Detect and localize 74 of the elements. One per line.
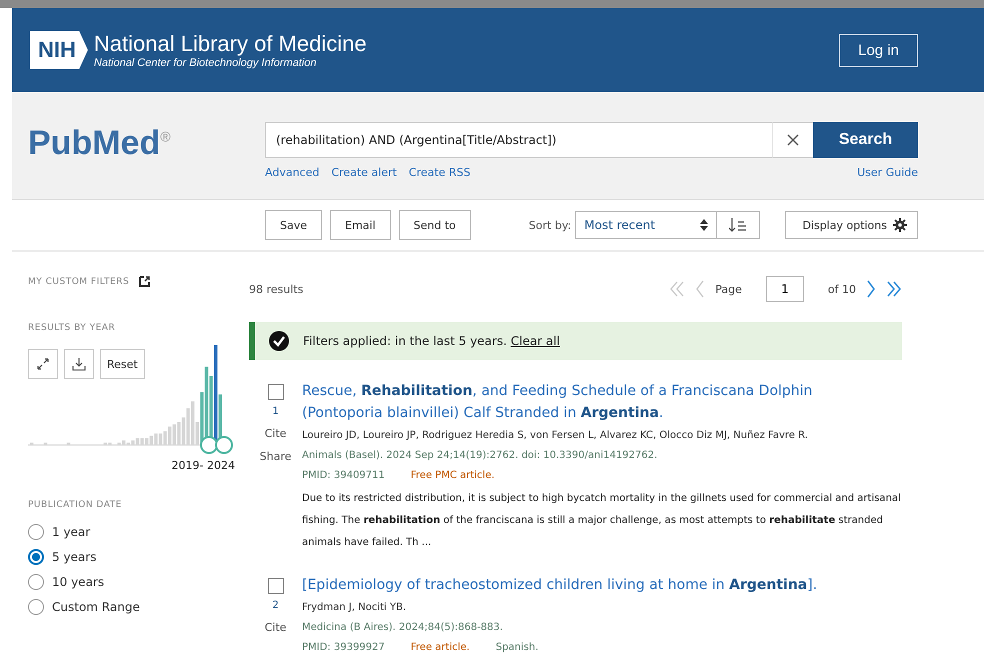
search-link[interactable]: Create RSS bbox=[408, 166, 470, 179]
results-by-year-heading: RESULTS BY YEAR bbox=[28, 323, 116, 333]
site-subtitle: National Center for Biotechnology Information bbox=[94, 57, 318, 69]
result-language: Spanish. bbox=[496, 641, 538, 655]
action-button[interactable]: Save bbox=[265, 210, 322, 240]
external-link-icon[interactable] bbox=[139, 276, 150, 287]
result-number: 2 bbox=[272, 600, 279, 611]
radio-button[interactable] bbox=[28, 549, 44, 565]
action-button[interactable]: Email bbox=[330, 210, 391, 240]
sort-label: Sort by: bbox=[528, 218, 572, 232]
radio-button[interactable] bbox=[28, 599, 44, 615]
slider-handle[interactable] bbox=[215, 436, 233, 454]
search-field[interactable]: (rehabilitation) AND (Argentina[Title/Abstract]) bbox=[265, 122, 772, 158]
radio-label[interactable]: Custom Range bbox=[52, 600, 140, 614]
expand-button[interactable] bbox=[28, 349, 58, 379]
result-number: 1 bbox=[272, 406, 279, 417]
result-checkbox[interactable] bbox=[268, 384, 284, 400]
login-button[interactable]: Log in bbox=[839, 34, 918, 66]
sort-order-icon bbox=[729, 218, 748, 232]
last-page-icon[interactable] bbox=[886, 281, 902, 297]
result-pmid: PMID: 39399927 bbox=[302, 641, 385, 655]
result-title-link[interactable]: [Epidemiology of tracheostomized children living at home in Argentina]. bbox=[302, 574, 842, 596]
results-count: 98 results bbox=[249, 282, 304, 296]
result-citation: Medicina (B Aires). 2024;84(5):868-883. bbox=[302, 621, 504, 635]
histogram-bar bbox=[30, 442, 34, 445]
sort-select[interactable]: Most recent bbox=[575, 211, 718, 239]
result-pmid: PMID: 39409711 bbox=[302, 469, 385, 483]
publication-date-heading: PUBLICATION DATE bbox=[28, 500, 123, 510]
search-link[interactable]: Advanced bbox=[265, 166, 320, 179]
free-article-label: Free PMC article. bbox=[410, 469, 495, 483]
result-authors: Frydman J, Nociti YB. bbox=[302, 601, 407, 615]
year-range-label: 2019- 2024 bbox=[170, 459, 235, 472]
gear-icon bbox=[893, 218, 907, 232]
result-authors: Loureiro JD, Loureiro JP, Rodriguez Heredia S, von Fersen L, Alvarez KC, Olocco Diz MJ, Nuñez Favre R. bbox=[302, 429, 809, 443]
clear-icon bbox=[787, 134, 799, 146]
result-citation: Animals (Basel). 2024 Sep 24;14(19):2762. doi: 10.3390/ani14192762. bbox=[302, 449, 658, 463]
site-title: National Library of Medicine bbox=[94, 31, 367, 57]
pubmed-logo[interactable]: PubMed$^{®}$ bbox=[28, 92, 265, 163]
download-button[interactable] bbox=[64, 349, 94, 379]
search-button[interactable]: Search bbox=[813, 122, 918, 158]
search-link[interactable]: Create alert bbox=[331, 166, 397, 179]
radio-button[interactable] bbox=[28, 574, 44, 590]
sort-order-button[interactable] bbox=[717, 211, 760, 239]
next-page-icon[interactable] bbox=[866, 280, 876, 298]
result-action[interactable]: Cite bbox=[264, 427, 286, 440]
page-label: Page bbox=[715, 282, 742, 296]
action-button[interactable]: Send to bbox=[398, 210, 471, 240]
expand-icon bbox=[37, 358, 49, 370]
radio-label[interactable]: 5 years bbox=[52, 550, 96, 564]
result-action[interactable]: Cite bbox=[264, 621, 286, 634]
histogram-bar bbox=[44, 442, 48, 445]
radio-button[interactable] bbox=[28, 524, 44, 540]
result-checkbox[interactable] bbox=[268, 578, 284, 594]
histogram-bar bbox=[66, 442, 70, 445]
display-options-button[interactable]: Display options bbox=[785, 211, 918, 239]
radio-label[interactable]: 1 year bbox=[52, 525, 90, 539]
free-article-label: Free article. bbox=[410, 641, 470, 655]
result-snippet: Due to its restricted distribution, it is subject to high bycatch mortality in the gillnets used for commercial and artisanal fishing. The rehabilitation of the franciscana is still a major challenge, as most attempts to rehabilitate stranded animals have failed. Th ... bbox=[302, 492, 902, 550]
clear-all-link[interactable]: Clear all bbox=[510, 334, 560, 348]
slider-handle[interactable] bbox=[200, 436, 218, 454]
page-number-field[interactable]: 1 bbox=[766, 276, 804, 302]
nih-logo[interactable]: NIH bbox=[30, 31, 88, 69]
check-circle-icon bbox=[269, 331, 289, 351]
clear-button[interactable] bbox=[772, 122, 813, 158]
select-arrows-icon bbox=[700, 219, 708, 231]
filter-text: Filters applied: in the last 5 years. bbox=[303, 334, 508, 348]
result-action[interactable]: Share bbox=[260, 450, 292, 463]
download-icon bbox=[72, 357, 86, 371]
custom-filters-heading: MY CUSTOM FILTERS bbox=[28, 276, 130, 286]
radio-label[interactable]: 10 years bbox=[52, 575, 104, 589]
page-total: of 10 bbox=[828, 282, 856, 296]
reset-button[interactable]: Reset bbox=[100, 349, 145, 379]
result-title-link[interactable]: Rescue, Rehabilitation, and Feeding Schedule of a Franciscana Dolphin (Pontoporia blainvillei) Calf Stranded in Argentina. bbox=[302, 380, 842, 424]
user-guide-link[interactable]: User Guide bbox=[857, 166, 918, 179]
